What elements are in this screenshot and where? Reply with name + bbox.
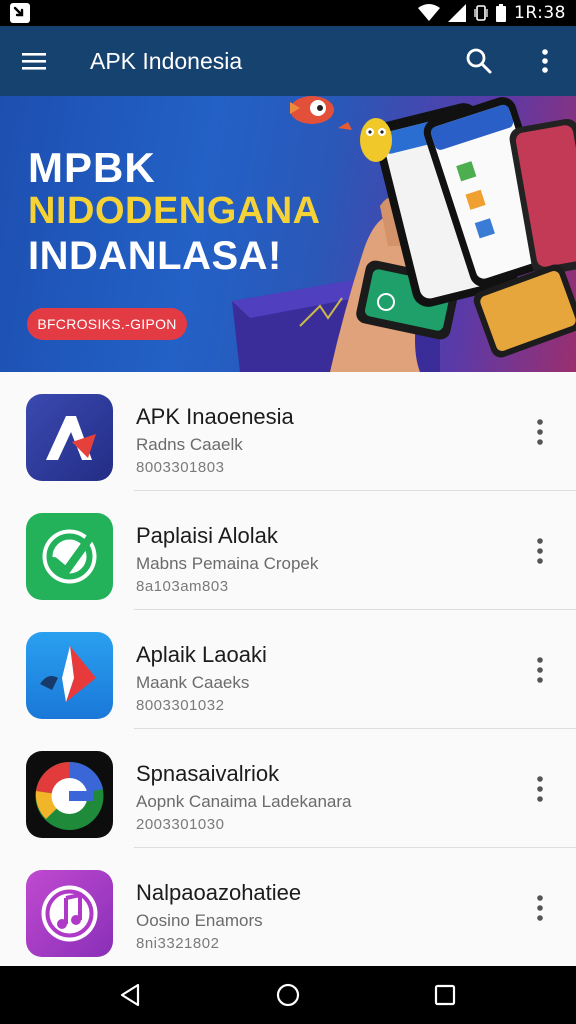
app-meta: 2003301030 xyxy=(136,816,225,833)
app-meta: 8ni3321802 xyxy=(136,935,220,952)
overflow-menu-icon[interactable] xyxy=(532,46,558,76)
banner-headline-2: NIDODENGANA xyxy=(28,190,321,232)
list-item[interactable]: Paplaisi Alolak Mabns Pemaina Cropek 8a1… xyxy=(0,491,576,610)
status-time: 1R:38 xyxy=(514,3,566,23)
vibrate-icon xyxy=(474,5,488,21)
app-meta: 8003301803 xyxy=(136,459,225,476)
signal-icon xyxy=(448,4,467,22)
app-subtitle: Mabns Pemaina Cropek xyxy=(136,554,319,573)
google-g-logo-icon xyxy=(26,751,113,838)
app-list: APK Inaoenesia Radns Caaelk 8003301803 P… xyxy=(0,372,576,966)
app-notification-icon xyxy=(10,3,30,23)
app-title: APK Inaoenesia xyxy=(136,404,294,429)
home-icon[interactable] xyxy=(273,980,303,1010)
arrow-a-logo-icon xyxy=(26,394,113,481)
app-title: Aplaik Laoaki xyxy=(136,642,267,667)
item-overflow-icon[interactable] xyxy=(526,414,554,450)
back-icon[interactable] xyxy=(116,980,146,1010)
app-subtitle: Aopnk Canaima Ladekanara xyxy=(136,792,352,811)
red-arrow-logo-icon xyxy=(26,632,113,719)
app-meta: 8a103am803 xyxy=(136,578,229,595)
item-overflow-icon[interactable] xyxy=(526,890,554,926)
promo-banner[interactable]: MPBK NIDODENGANA INDANLASA! BFCROSIKS.-G… xyxy=(0,96,576,372)
app-subtitle: Radns Caaelk xyxy=(136,435,243,454)
item-overflow-icon[interactable] xyxy=(526,652,554,688)
list-item[interactable]: Nalpaoazohatiee Oosino Enamors 8ni332180… xyxy=(0,848,576,967)
app-subtitle: Oosino Enamors xyxy=(136,911,263,930)
menu-icon[interactable] xyxy=(20,48,48,74)
green-check-logo-icon xyxy=(26,513,113,600)
wifi-icon xyxy=(418,4,441,21)
banner-headline-1: MPBK xyxy=(28,144,156,191)
item-overflow-icon[interactable] xyxy=(526,533,554,569)
system-nav-bar xyxy=(0,966,576,1024)
app-meta: 8003301032 xyxy=(136,697,225,714)
app-title: Spnasaivalriok xyxy=(136,761,280,786)
list-item[interactable]: APK Inaoenesia Radns Caaelk 8003301803 xyxy=(0,372,576,491)
list-item[interactable]: Aplaik Laoaki Maank Caaeks 8003301032 xyxy=(0,610,576,729)
battery-icon xyxy=(496,4,507,22)
app-subtitle: Maank Caaeks xyxy=(136,673,250,692)
status-bar: 1R:38 xyxy=(0,0,576,26)
app-bar: APK Indonesia xyxy=(0,26,576,96)
banner-cta-button[interactable]: BFCROSIKS.-GIPON xyxy=(27,308,187,340)
page-title: APK Indonesia xyxy=(90,48,243,74)
app-title: Paplaisi Alolak xyxy=(136,523,278,548)
item-overflow-icon[interactable] xyxy=(526,771,554,807)
app-title: Nalpaoazohatiee xyxy=(136,880,302,905)
status-icons: 1R:38 xyxy=(418,3,566,23)
search-icon[interactable] xyxy=(464,46,494,76)
recents-icon[interactable] xyxy=(430,980,460,1010)
banner-headline-3: INDANLASA! xyxy=(28,234,282,278)
list-item[interactable]: Spnasaivalriok Aopnk Canaima Ladekanara … xyxy=(0,729,576,848)
music-note-logo-icon xyxy=(26,870,113,957)
